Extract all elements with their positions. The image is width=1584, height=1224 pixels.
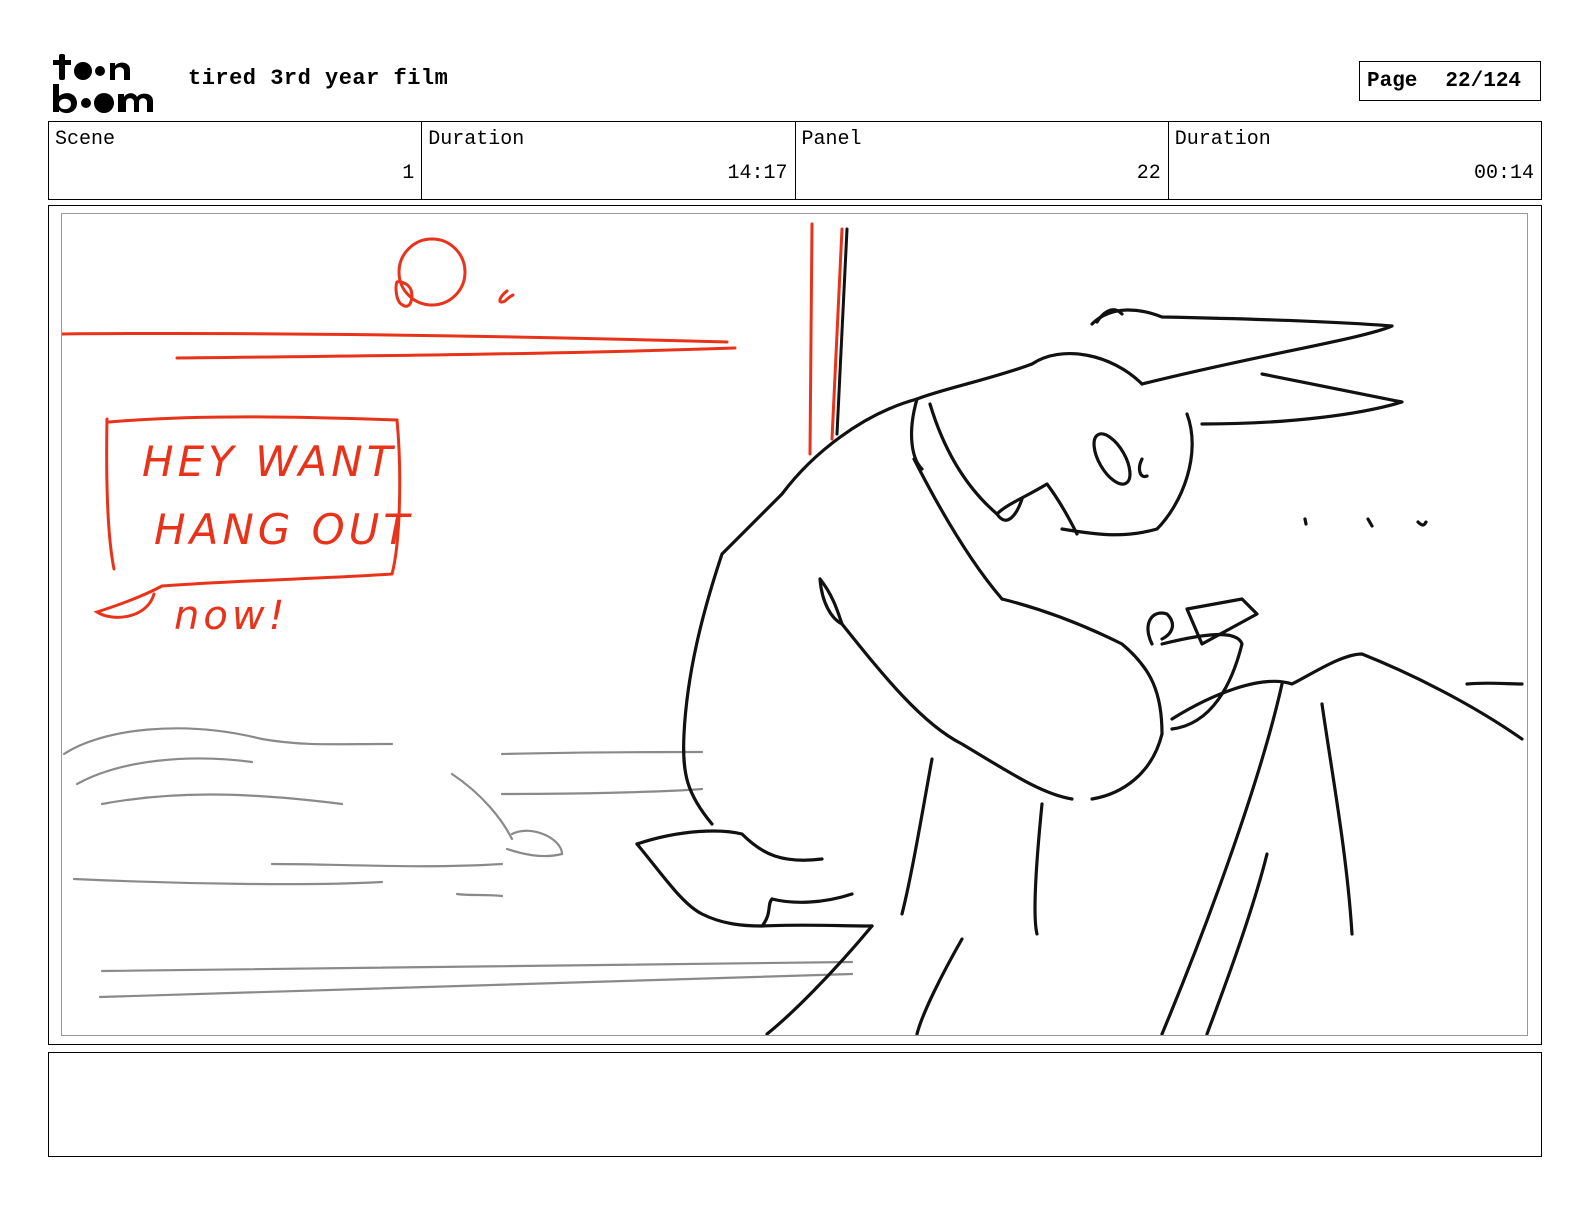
panel-duration-label: Duration bbox=[1174, 128, 1271, 151]
page-label: Page bbox=[1367, 69, 1418, 93]
storyboard-panel: HEY WANT HANG OUT now! bbox=[48, 205, 1542, 1045]
scene-duration-value: 14:17 bbox=[727, 162, 788, 185]
panel-duration-cell: Duration 00:14 bbox=[1169, 122, 1541, 199]
page-number: 22/124 bbox=[1445, 69, 1522, 93]
scene-duration-cell: Duration 14:17 bbox=[422, 122, 796, 199]
scene-value: 1 bbox=[402, 162, 415, 185]
panel-drawing: HEY WANT HANG OUT now! bbox=[61, 213, 1528, 1036]
speech-line-2: HANG OUT bbox=[154, 505, 413, 554]
scene-label: Scene bbox=[55, 128, 116, 151]
page-indicator: Page 22/124 bbox=[1359, 61, 1541, 101]
panel-cell: Panel 22 bbox=[796, 122, 1169, 199]
scene-duration-label: Duration bbox=[428, 128, 525, 151]
toon-boom-logo bbox=[50, 50, 166, 116]
panel-value: 22 bbox=[1136, 162, 1161, 185]
sketch-drawing: HEY WANT HANG OUT now! bbox=[62, 222, 1524, 1035]
panel-duration-value: 00:14 bbox=[1473, 162, 1534, 185]
exclamation-text: now! bbox=[174, 593, 289, 639]
background-pencil-sketch bbox=[62, 727, 854, 999]
scene-cell: Scene 1 bbox=[49, 122, 423, 199]
shelf-sketch bbox=[62, 237, 737, 360]
scene-info-table: Scene 1 Duration 14:17 Panel 22 Duration… bbox=[48, 121, 1542, 200]
project-title: tired 3rd year film bbox=[188, 66, 449, 91]
panel-notes-box bbox=[48, 1052, 1542, 1157]
character-sketch bbox=[635, 308, 1524, 1035]
door-frame bbox=[808, 222, 849, 456]
speech-line-1: HEY WANT bbox=[142, 437, 396, 486]
panel-label: Panel bbox=[801, 128, 862, 151]
speech-bubble-text: HEY WANT HANG OUT now! bbox=[142, 437, 413, 639]
